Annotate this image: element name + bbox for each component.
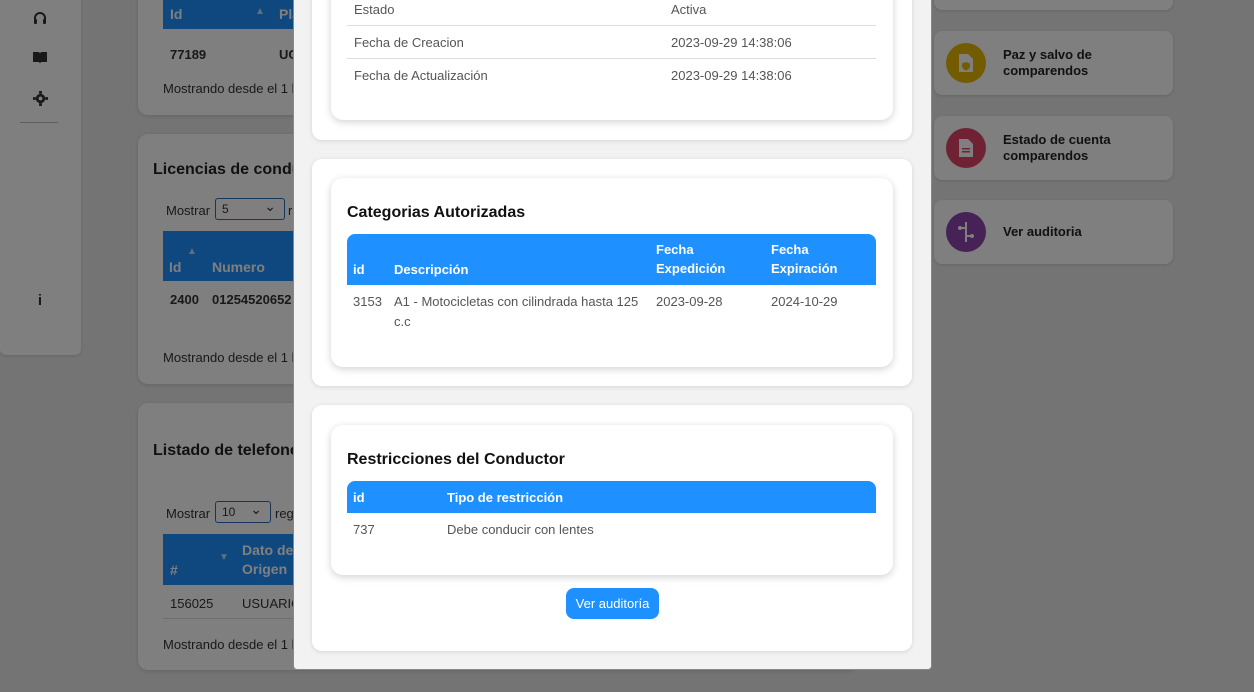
info-value: Activa — [671, 2, 707, 17]
info-panel: Estado Activa Fecha de Creacion 2023-09-… — [312, 0, 912, 140]
ver-auditoria-button[interactable]: Ver auditoría — [566, 588, 659, 619]
restricciones-card: Restricciones del Conductor id Tipo de r… — [331, 425, 893, 575]
info-value: 2023-09-29 14:38:06 — [671, 68, 792, 83]
restricciones-title: Restricciones del Conductor — [347, 451, 565, 468]
detail-modal: Estado Activa Fecha de Creacion 2023-09-… — [293, 0, 932, 670]
info-value: 2023-09-29 14:38:06 — [671, 35, 792, 50]
categorias-panel: Categorias Autorizadas id Descripción Fe… — [312, 159, 912, 386]
table-cell: 2024-10-29 — [771, 294, 838, 309]
categorias-title: Categorias Autorizadas — [347, 204, 526, 221]
table-cell: A1 - Motocicletas con cilindrada hasta 1… — [394, 294, 639, 329]
restricciones-table-header: id Tipo de restricción — [347, 481, 876, 513]
info-card: Estado Activa Fecha de Creacion 2023-09-… — [331, 0, 893, 120]
info-label: Fecha de Actualización — [354, 68, 488, 83]
table-cell: 2023-09-28 — [656, 294, 723, 309]
table-cell: 737 — [353, 522, 375, 537]
table-cell: Debe conducir con lentes — [447, 522, 594, 537]
info-label: Fecha de Creacion — [354, 35, 464, 50]
categorias-card: Categorias Autorizadas id Descripción Fe… — [331, 178, 893, 367]
info-label: Estado — [354, 2, 395, 17]
table-cell: 3153 — [353, 294, 382, 309]
categorias-table-header: id Descripción Fecha Expedición Fecha Ex… — [347, 234, 876, 285]
